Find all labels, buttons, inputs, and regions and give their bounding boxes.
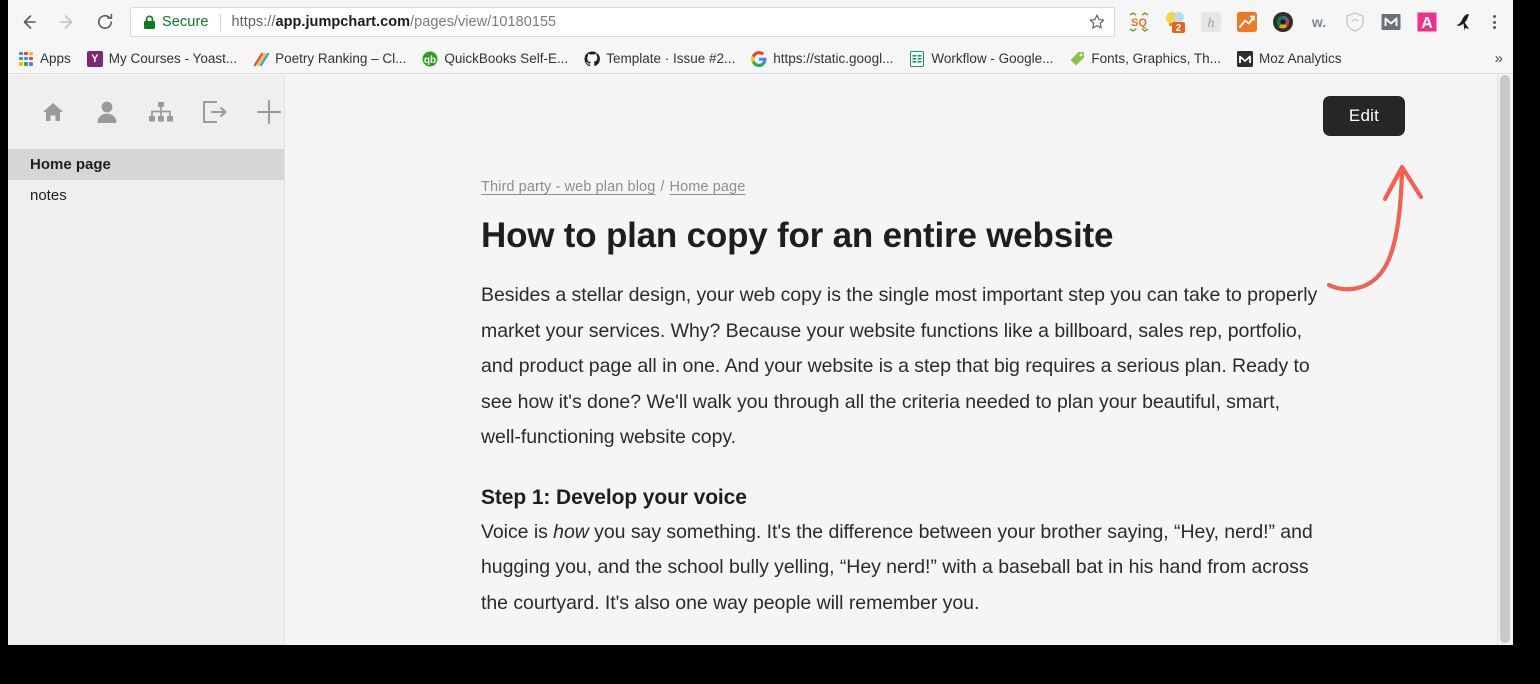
breadcrumb-current-link[interactable]: Home page bbox=[670, 179, 746, 195]
bookmark-label: Moz Analytics bbox=[1258, 51, 1342, 66]
document: Third party - web plan blog / Home page Ho… bbox=[481, 75, 1319, 621]
sidebar-page-home-page[interactable]: Home page bbox=[8, 149, 284, 180]
shield-extension-icon[interactable] bbox=[1340, 7, 1370, 37]
moz-icon bbox=[1236, 50, 1253, 67]
browser-toolbar: Secure https://app.jumpchart.com/pages/v… bbox=[8, 0, 1513, 44]
url-text: https://app.jumpchart.com/pages/view/101… bbox=[232, 14, 557, 30]
bookmark-label: Apps bbox=[40, 51, 71, 66]
bookmark-static-google[interactable]: https://static.googl... bbox=[751, 48, 893, 70]
google-sheets-icon bbox=[909, 50, 925, 67]
browser-window: Secure https://app.jumpchart.com/pages/v… bbox=[8, 0, 1513, 645]
sidebar-page-notes[interactable]: notes bbox=[8, 180, 284, 211]
bookmarks-bar: Apps Y My Courses - Yoast... Poetry Rank… bbox=[8, 44, 1513, 74]
rainbow-icon bbox=[253, 51, 270, 67]
bookmark-workflow[interactable]: Workflow - Google... bbox=[909, 48, 1053, 70]
paragraph-intro: Besides a stellar design, your web copy … bbox=[481, 284, 1318, 449]
bookmark-label: https://static.googl... bbox=[773, 51, 894, 66]
url-path: /pages/view/10180155 bbox=[410, 14, 557, 30]
heading-step-1: Step 1: Develop your voice bbox=[481, 485, 747, 509]
sidebar: Home page notes bbox=[8, 75, 285, 645]
paragraph-voice-part-1: Voice is bbox=[481, 520, 554, 543]
page-title: How to plan copy for an entire website bbox=[481, 216, 1114, 255]
bookmark-my-courses[interactable]: Y My Courses - Yoast... bbox=[86, 48, 238, 70]
svg-text:2: 2 bbox=[1176, 23, 1182, 34]
svg-text:A: A bbox=[1421, 15, 1433, 32]
creative-market-icon bbox=[1069, 51, 1085, 67]
address-bar[interactable]: Secure https://app.jumpchart.com/pages/v… bbox=[130, 7, 1115, 37]
bookmark-label: My Courses - Yoast... bbox=[108, 51, 238, 66]
paragraph-voice: Voice is how you say something. It's the… bbox=[481, 515, 1319, 622]
hypothesis-extension-icon[interactable]: h bbox=[1196, 7, 1226, 37]
mailbox-extension-icon[interactable] bbox=[1376, 7, 1406, 37]
bookmark-quickbooks[interactable]: qb QuickBooks Self-E... bbox=[422, 48, 568, 70]
apps-grid-icon bbox=[18, 51, 34, 67]
adobe-extension-icon[interactable]: A bbox=[1412, 7, 1442, 37]
back-button[interactable] bbox=[12, 5, 46, 39]
analytics-extension-icon[interactable] bbox=[1232, 7, 1262, 37]
svg-text:SQ: SQ bbox=[1131, 17, 1147, 29]
bookmark-label: Workflow - Google... bbox=[931, 51, 1054, 66]
user-icon[interactable] bbox=[84, 92, 130, 132]
security-label: Secure bbox=[162, 14, 209, 30]
svg-text:qb: qb bbox=[424, 55, 436, 66]
forward-arrow-icon bbox=[60, 15, 73, 29]
page-scrollbar-track[interactable] bbox=[1497, 75, 1513, 645]
paragraph-voice-part-2: you say something. It's the difference b… bbox=[481, 520, 1313, 614]
content-area: Edit Third party - web plan blog / Home pa… bbox=[285, 75, 1513, 645]
reload-icon bbox=[98, 13, 113, 29]
bookmark-label: Template · Issue #2... bbox=[606, 51, 736, 66]
reload-button[interactable] bbox=[88, 5, 122, 39]
seoquake-extension-icon[interactable]: SQ bbox=[1124, 7, 1154, 37]
url-host: app.jumpchart.com bbox=[275, 14, 411, 30]
camera-lens-extension-icon[interactable] bbox=[1268, 7, 1298, 37]
bookmark-template-issue[interactable]: Template · Issue #2... bbox=[584, 48, 735, 70]
bookmark-fonts-graphics[interactable]: Fonts, Graphics, Th... bbox=[1069, 48, 1221, 70]
lightbulb-extension-icon[interactable]: 2 bbox=[1160, 7, 1190, 37]
bookmark-moz-analytics[interactable]: Moz Analytics bbox=[1236, 48, 1342, 70]
google-icon bbox=[751, 50, 767, 67]
url-scheme: https:// bbox=[231, 14, 276, 30]
breadcrumb-parent-link[interactable]: Third party - web plan blog bbox=[481, 179, 655, 195]
sidebar-toolbar bbox=[8, 75, 284, 149]
star-icon[interactable] bbox=[1086, 11, 1108, 33]
forward-button[interactable] bbox=[50, 5, 84, 39]
bookmarks-overflow-button[interactable]: » bbox=[1495, 50, 1503, 67]
three-dot-menu-icon[interactable] bbox=[1481, 7, 1507, 37]
bookmark-label: Poetry Ranking – Cl... bbox=[275, 51, 407, 66]
bookmark-label: QuickBooks Self-E... bbox=[444, 51, 569, 66]
github-icon bbox=[584, 50, 601, 67]
quickbooks-icon: qb bbox=[422, 51, 438, 67]
sidebar-page-label: Home page bbox=[30, 156, 111, 173]
sitemap-icon[interactable] bbox=[138, 92, 184, 132]
svg-text:h: h bbox=[1208, 16, 1215, 31]
extension-tray: SQ 2 h w. A bbox=[1121, 7, 1513, 37]
edit-button[interactable]: Edit bbox=[1322, 96, 1405, 136]
bookmark-poetry-ranking[interactable]: Poetry Ranking – Cl... bbox=[253, 48, 406, 70]
lock-icon bbox=[143, 15, 156, 30]
bookmark-apps[interactable]: Apps bbox=[18, 48, 71, 70]
svg-text:w.: w. bbox=[1311, 14, 1326, 30]
home-icon[interactable] bbox=[30, 92, 76, 132]
breadcrumb: Third party - web plan blog / Home page bbox=[481, 179, 1319, 195]
yoast-icon: Y bbox=[86, 50, 103, 67]
bookmark-label: Fonts, Graphics, Th... bbox=[1091, 51, 1221, 66]
page-scrollbar-thumb[interactable] bbox=[1500, 75, 1510, 643]
wordpress-extension-icon[interactable]: w. bbox=[1304, 7, 1334, 37]
jumpchart-app: Home page notes Edit Third party - web p… bbox=[8, 75, 1513, 645]
breadcrumb-separator: / bbox=[660, 179, 665, 195]
annotation-arrow-icon bbox=[1325, 157, 1455, 297]
sidebar-page-label: notes bbox=[30, 187, 67, 204]
address-divider bbox=[219, 13, 221, 31]
back-arrow-icon bbox=[23, 15, 36, 29]
export-icon[interactable] bbox=[192, 92, 238, 132]
paragraph-voice-emphasis: how bbox=[553, 520, 589, 543]
bird-extension-icon[interactable] bbox=[1448, 7, 1478, 37]
